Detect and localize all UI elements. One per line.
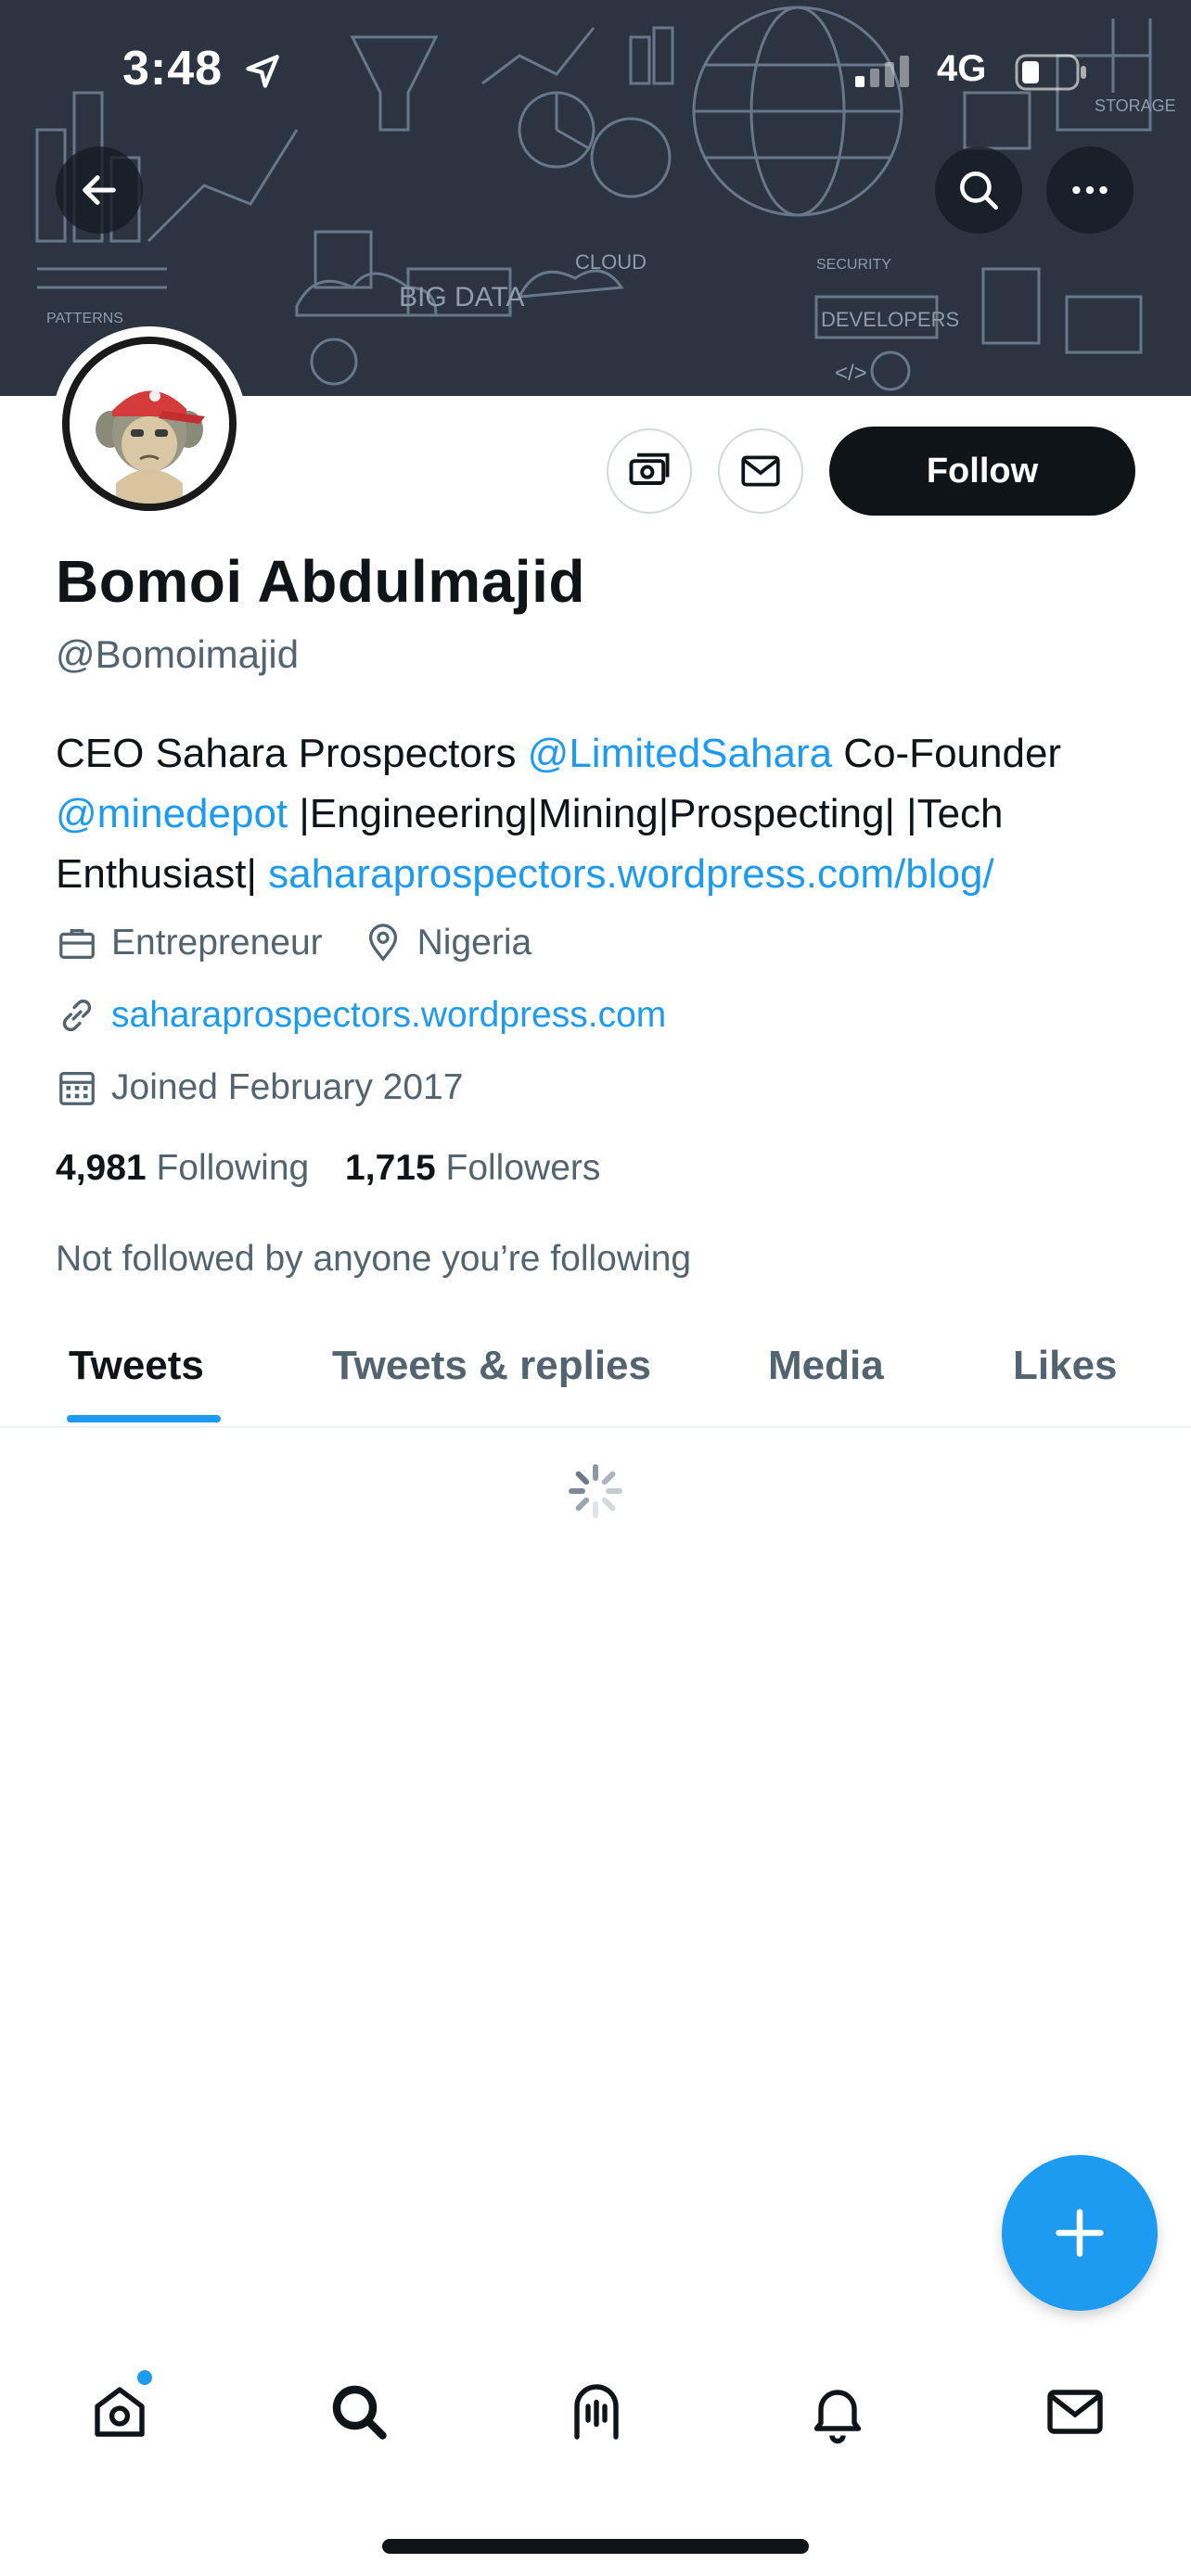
profile-meta-row: Entrepreneur Nigeria bbox=[56, 922, 531, 964]
loading-spinner-icon bbox=[569, 1464, 622, 1518]
location-pin-icon bbox=[362, 922, 404, 964]
signal-icon bbox=[855, 56, 909, 87]
compose-tweet-button[interactable] bbox=[1002, 2155, 1158, 2311]
bio-url-link[interactable]: saharaprospectors.wordpress.com/blog/ bbox=[268, 851, 994, 897]
messages-icon bbox=[1047, 2390, 1103, 2434]
nav-messages[interactable] bbox=[1033, 2370, 1117, 2454]
more-horizontal-icon bbox=[1072, 185, 1108, 195]
following-stat[interactable]: 4,981 Following bbox=[56, 1148, 309, 1188]
more-button[interactable] bbox=[1046, 147, 1133, 234]
tab-tweets-and-replies[interactable]: Tweets & replies bbox=[332, 1343, 651, 1389]
arrow-left-icon bbox=[83, 175, 116, 205]
mention-link[interactable]: @minedepot bbox=[56, 791, 288, 836]
envelope-icon bbox=[741, 455, 780, 487]
profile-avatar[interactable] bbox=[52, 326, 247, 521]
search-button[interactable] bbox=[935, 147, 1022, 234]
back-button[interactable] bbox=[56, 147, 143, 234]
nav-notifications[interactable] bbox=[796, 2370, 879, 2454]
svg-text:CLOUD: CLOUD bbox=[575, 250, 647, 274]
svg-text:SECURITY: SECURITY bbox=[816, 257, 891, 273]
message-button[interactable] bbox=[718, 428, 803, 514]
banner-label-big-data: BIG DATA bbox=[399, 282, 525, 312]
followers-count: 1,715 bbox=[345, 1148, 436, 1188]
tip-button[interactable] bbox=[607, 428, 692, 514]
avatar-image bbox=[70, 344, 229, 504]
location-text: Nigeria bbox=[416, 923, 532, 963]
following-count: 4,981 bbox=[56, 1148, 147, 1188]
following-label: Following bbox=[156, 1148, 310, 1188]
spaces-icon bbox=[574, 2384, 619, 2440]
home-unread-dot bbox=[137, 2370, 152, 2385]
svg-text:DEVELOPERS: DEVELOPERS bbox=[821, 308, 959, 331]
tab-media[interactable]: Media bbox=[768, 1343, 884, 1389]
bio-text: Co-Founder bbox=[832, 731, 1062, 776]
website-link[interactable]: saharaprospectors.wordpress.com bbox=[111, 995, 666, 1036]
calendar-icon bbox=[56, 1066, 98, 1109]
active-tab-indicator bbox=[67, 1415, 221, 1422]
profile-tabs: Tweets Tweets & replies Media Likes bbox=[0, 1317, 1191, 1428]
avatar-border bbox=[62, 337, 237, 511]
bottom-navigation bbox=[0, 2355, 1191, 2467]
followers-stat[interactable]: 1,715 Followers bbox=[345, 1148, 600, 1188]
website-row: saharaprospectors.wordpress.com bbox=[56, 994, 666, 1037]
search-icon bbox=[332, 2385, 387, 2440]
follow-stats: 4,981 Following 1,715 Followers bbox=[56, 1148, 600, 1189]
link-icon bbox=[56, 994, 98, 1037]
home-icon bbox=[95, 2387, 145, 2437]
status-bar: 3:48 4G bbox=[0, 0, 1191, 139]
money-icon bbox=[629, 453, 670, 485]
tab-tweets[interactable]: Tweets bbox=[69, 1343, 204, 1389]
not-followed-notice: Not followed by anyone you’re following bbox=[56, 1239, 692, 1279]
home-indicator-bar[interactable] bbox=[382, 2539, 809, 2554]
nav-spaces[interactable] bbox=[555, 2370, 638, 2454]
search-icon bbox=[960, 172, 999, 210]
svg-text:</>: </> bbox=[835, 361, 867, 386]
followers-label: Followers bbox=[445, 1148, 601, 1188]
notifications-icon bbox=[813, 2390, 862, 2444]
briefcase-icon bbox=[56, 922, 98, 964]
location-arrow-icon bbox=[246, 55, 279, 88]
network-type: 4G bbox=[937, 48, 987, 89]
svg-text:PATTERNS: PATTERNS bbox=[46, 311, 123, 326]
plus-icon bbox=[1056, 2209, 1104, 2257]
tab-likes[interactable]: Likes bbox=[1013, 1343, 1118, 1389]
nav-search[interactable] bbox=[317, 2370, 401, 2454]
joined-text: Joined February 2017 bbox=[111, 1067, 464, 1107]
joined-row: Joined February 2017 bbox=[56, 1066, 463, 1109]
status-time: 3:48 bbox=[122, 42, 224, 96]
profile-handle: @Bomoimajid bbox=[56, 632, 300, 676]
profile-bio: CEO Sahara Prospectors @LimitedSahara Co… bbox=[56, 723, 1150, 904]
battery-icon bbox=[1015, 54, 1086, 91]
bio-text: CEO Sahara Prospectors bbox=[56, 731, 528, 776]
profile-name: Bomoi Abdulmajid bbox=[56, 548, 585, 615]
avatar-ape-illustration bbox=[70, 344, 229, 504]
mention-link[interactable]: @LimitedSahara bbox=[528, 731, 832, 776]
follow-button[interactable]: Follow bbox=[829, 427, 1135, 516]
profession-text: Entrepreneur bbox=[111, 923, 323, 963]
